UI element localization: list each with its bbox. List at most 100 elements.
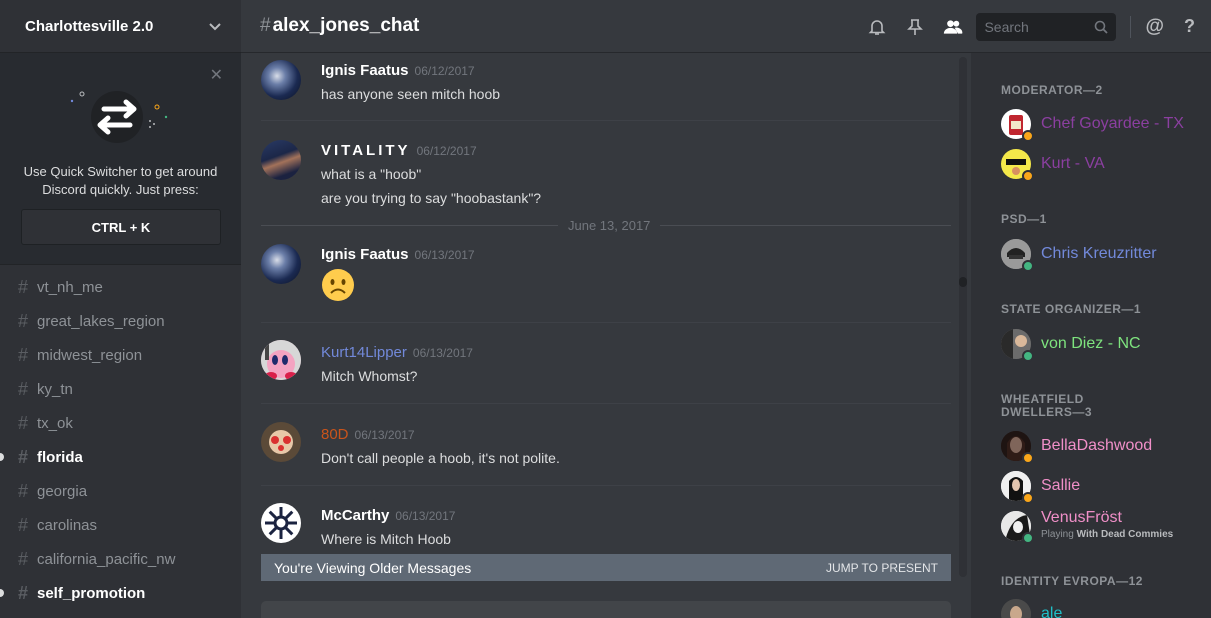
- bell-icon[interactable]: [867, 17, 887, 37]
- channel-item[interactable]: # tx_ok: [0, 406, 241, 440]
- older-messages-text: You're Viewing Older Messages: [274, 559, 472, 576]
- channel-name: vt_nh_me: [37, 278, 103, 296]
- user-avatar[interactable]: [261, 503, 301, 543]
- message-divider: [261, 322, 951, 323]
- channel-header: # alex_jones_chat Search @ ?: [241, 0, 1211, 53]
- message-input[interactable]: [261, 601, 951, 618]
- channel-item[interactable]: # california_pacific_nw: [0, 542, 241, 576]
- timestamp: 06/12/2017: [416, 144, 477, 158]
- member-name: ale: [1041, 605, 1063, 618]
- message-text: Don't call people a hoob, it's not polit…: [321, 450, 560, 466]
- status-online-icon: [1022, 350, 1034, 362]
- members-icon[interactable]: [943, 17, 963, 37]
- role-header: MODERATOR—2: [1001, 83, 1103, 97]
- server-name: Charlottesville 2.0: [25, 17, 154, 35]
- channel-item-unread[interactable]: # self_promotion: [0, 576, 241, 610]
- channel-name: florida: [37, 448, 83, 466]
- message-author[interactable]: Kurt14Lipper 06/13/2017: [321, 344, 473, 361]
- role-header: PSD—1: [1001, 212, 1047, 226]
- search-placeholder: Search: [984, 18, 1029, 35]
- pin-icon[interactable]: [905, 17, 925, 37]
- timestamp: 06/13/2017: [395, 509, 456, 523]
- role-header: WHEATFIELD DWELLERS—3: [1001, 393, 1092, 419]
- server-header[interactable]: Charlottesville 2.0: [0, 0, 241, 53]
- message: Ignis Faatus 06/13/2017: [261, 244, 951, 314]
- hash-icon: #: [18, 548, 29, 569]
- timestamp: 06/13/2017: [414, 248, 475, 262]
- member-avatar: [1001, 109, 1034, 142]
- message-author[interactable]: McCarthy 06/13/2017: [321, 507, 455, 524]
- search-input[interactable]: Search: [976, 12, 1117, 41]
- channel-item[interactable]: # vt_nh_me: [0, 270, 241, 304]
- message-divider: [261, 403, 951, 404]
- mentions-icon[interactable]: @: [1145, 16, 1164, 38]
- hash-icon: #: [18, 310, 29, 331]
- message-author[interactable]: Ignis Faatus 06/12/2017: [321, 62, 475, 79]
- channel-item-unread[interactable]: # florida: [0, 440, 241, 474]
- author-name: VITALITY: [321, 142, 411, 159]
- scrollbar-thumb[interactable]: [959, 277, 967, 287]
- role-header: STATE ORGANIZER—1: [1001, 302, 1142, 316]
- status-idle-icon: [1022, 170, 1034, 182]
- message-author[interactable]: 80D 06/13/2017: [321, 426, 415, 443]
- hash-icon: #: [18, 480, 29, 501]
- chevron-down-icon[interactable]: [207, 18, 223, 34]
- user-avatar[interactable]: [261, 340, 301, 380]
- channel-name: great_lakes_region: [37, 312, 165, 330]
- message-text: has anyone seen mitch hoob: [321, 86, 501, 102]
- author-name: McCarthy: [321, 507, 390, 524]
- timestamp: 06/12/2017: [414, 64, 475, 78]
- help-icon[interactable]: ?: [1184, 16, 1195, 37]
- frowning-emoji: [322, 269, 354, 301]
- message: Kurt14Lipper 06/13/2017 Mitch Whomst?: [261, 340, 951, 400]
- message-author[interactable]: VITALITY 06/12/2017: [321, 142, 477, 159]
- jump-to-present-button[interactable]: JUMP TO PRESENT: [826, 561, 938, 575]
- header-toolbar: Search @ ?: [867, 0, 1211, 53]
- user-avatar[interactable]: [261, 60, 301, 100]
- hash-icon: #: [18, 514, 29, 535]
- channel-title: # alex_jones_chat: [260, 15, 419, 37]
- channel-sidebar: Charlottesville 2.0 ✕ Use Quick Switcher…: [0, 0, 241, 618]
- hash-icon: #: [18, 344, 29, 365]
- channel-item[interactable]: # great_lakes_region: [0, 304, 241, 338]
- hash-icon: #: [18, 378, 29, 399]
- user-avatar[interactable]: [261, 140, 301, 180]
- hash-icon: #: [18, 412, 29, 433]
- quick-switcher-shortcut[interactable]: CTRL + K: [21, 209, 221, 245]
- member-avatar: [1001, 599, 1031, 618]
- channel-item[interactable]: # georgia: [0, 474, 241, 508]
- channel-title-text: alex_jones_chat: [272, 15, 420, 36]
- member-name: Kurt - VA: [1041, 155, 1105, 172]
- date-divider-label: June 13, 2017: [558, 218, 661, 233]
- channel-name: self_promotion: [37, 584, 146, 602]
- user-avatar[interactable]: [261, 244, 301, 284]
- channel-item[interactable]: # midwest_region: [0, 338, 241, 372]
- channel-list: # vt_nh_me # great_lakes_region # midwest_r…: [0, 265, 241, 610]
- member-list: MODERATOR—2 Chef Goyardee - TX Kurt - VA…: [971, 53, 1211, 618]
- message-divider: [261, 120, 951, 121]
- channel-name: georgia: [37, 482, 88, 500]
- author-name: Ignis Faatus: [321, 246, 409, 263]
- channel-name: midwest_region: [37, 346, 143, 364]
- status-online-icon: [1022, 532, 1034, 544]
- message: Ignis Faatus 06/12/2017 has anyone seen m…: [261, 60, 951, 120]
- message-scrollbar[interactable]: [959, 57, 967, 577]
- message: 80D 06/13/2017 Don't call people a hoob, …: [261, 422, 951, 482]
- timestamp: 06/13/2017: [354, 428, 415, 442]
- message-author[interactable]: Ignis Faatus 06/13/2017: [321, 246, 475, 263]
- member-name: Sallie: [1041, 477, 1081, 494]
- older-messages-bar[interactable]: You're Viewing Older Messages JUMP TO PR…: [261, 554, 951, 581]
- channel-item[interactable]: # carolinas: [0, 508, 241, 542]
- member-avatar: [1001, 431, 1034, 464]
- status-online-icon: [1022, 260, 1034, 272]
- timestamp: 06/13/2017: [412, 346, 473, 360]
- channel-item[interactable]: # ky_tn: [0, 372, 241, 406]
- toolbar-divider: [1130, 15, 1132, 38]
- member-name: BellaDashwood: [1041, 437, 1153, 454]
- close-icon[interactable]: ✕: [210, 65, 223, 85]
- member-avatar: [1001, 149, 1034, 182]
- quick-switcher-text: Use Quick Switcher to get around Discord…: [23, 164, 218, 197]
- member-name: Chris Kreuzritter: [1041, 245, 1157, 262]
- role-header-line: DWELLERS—3: [1001, 405, 1093, 419]
- user-avatar[interactable]: [261, 422, 301, 462]
